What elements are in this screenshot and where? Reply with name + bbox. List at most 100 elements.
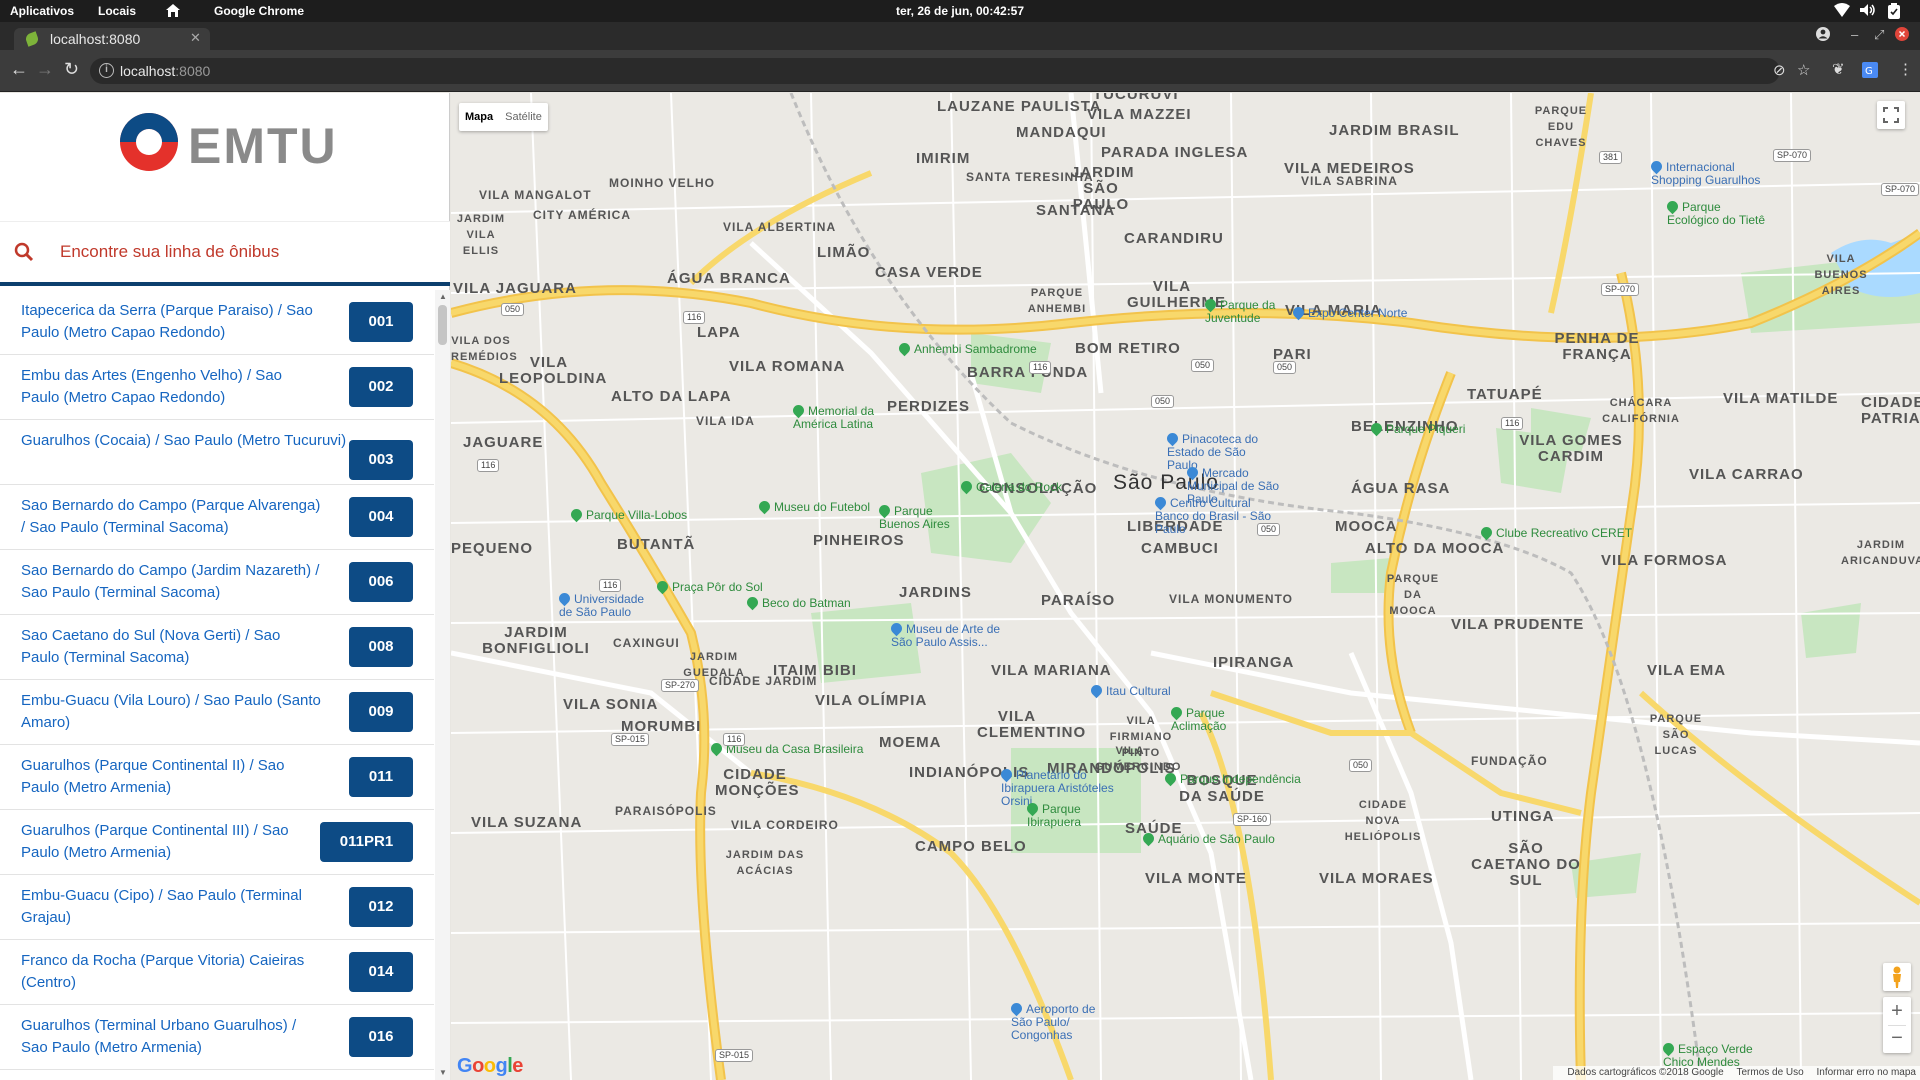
address-bar[interactable]: i localhost:8080 ⊘ ☆ [90, 58, 1810, 84]
poi-marker[interactable]: Anhembi Sambadrome [896, 340, 1037, 357]
fullscreen-button[interactable] [1877, 101, 1905, 129]
poi-marker[interactable]: Parque Villa-Lobos [568, 506, 687, 523]
poi-marker[interactable]: Clube Recreativo CERET [1478, 524, 1632, 541]
close-tab-icon[interactable]: ✕ [190, 30, 201, 46]
poi-marker[interactable]: Memorial da América Latina [790, 402, 903, 431]
power-menu-icon[interactable] [1887, 3, 1901, 22]
site-info-icon[interactable]: i [99, 63, 114, 78]
minimize-icon[interactable]: – [1851, 27, 1858, 42]
close-window-icon[interactable] [1895, 27, 1909, 44]
scroll-up-arrow-icon[interactable]: ▲ [439, 292, 447, 301]
route-code-button[interactable]: 006 [349, 562, 413, 602]
route-name[interactable]: Guarulhos (Parque Continental II) / Sao … [21, 755, 321, 799]
route-name[interactable]: Embu-Guacu (Cipo) / Sao Paulo (Terminal … [21, 885, 321, 929]
route-name[interactable]: Guarulhos (Cocaia) / Sao Paulo (Metro Tu… [21, 430, 361, 452]
district-label: ÁGUA RASA [1351, 480, 1451, 497]
route-name[interactable]: Guarulhos (Terminal Urbano Guarulhos) / … [21, 1015, 321, 1059]
route-item[interactable]: Guarulhos (Parque Continental III) / Sao… [0, 810, 434, 875]
search-icon[interactable] [14, 242, 34, 262]
route-code-button[interactable]: 016 [349, 1017, 413, 1057]
poi-marker[interactable]: Parque Buenos Aires [876, 502, 959, 531]
chrome-menu-icon[interactable]: ⋮ [1898, 62, 1913, 78]
district-label: VILA ROMANA [729, 358, 846, 375]
route-name[interactable]: Sao Bernardo do Campo (Jardim Nazareth) … [21, 560, 321, 604]
poi-marker[interactable]: Itau Cultural [1088, 682, 1171, 699]
translate-icon[interactable]: G [1862, 62, 1878, 82]
route-name[interactable]: Franco da Rocha (Parque Vitoria) Caieira… [21, 950, 321, 994]
poi-marker[interactable]: Universidade de São Paulo [556, 590, 649, 619]
route-list-scrollbar[interactable]: ▲ ▼ [435, 290, 450, 1080]
svg-text:G: G [1865, 66, 1873, 77]
route-code-button[interactable]: 002 [349, 367, 413, 407]
volume-icon[interactable] [1860, 3, 1876, 20]
google-logo[interactable]: Google [457, 1055, 523, 1078]
map-type-satellite-button[interactable]: Satélite [499, 103, 548, 131]
route-search[interactable]: Encontre sua linha de ônibus [0, 221, 450, 286]
location-blocked-icon[interactable]: ⊘ [1773, 63, 1786, 79]
route-item[interactable]: Sao Caetano do Sul (Nova Gerti) / Sao Pa… [0, 615, 434, 680]
reload-icon[interactable]: ↻ [64, 60, 79, 78]
poi-marker[interactable]: Parque Piqueri [1368, 420, 1465, 437]
route-item[interactable]: Sao Bernardo do Campo (Parque Alvarenga)… [0, 485, 434, 550]
route-item[interactable]: Guarulhos (Parque Continental II) / Sao … [0, 745, 434, 810]
search-input[interactable]: Encontre sua linha de ônibus [60, 242, 279, 262]
zoom-in-button[interactable]: + [1883, 997, 1911, 1025]
route-item[interactable]: Franco da Rocha (Parque Vitoria) Caieira… [0, 940, 434, 1005]
street-view-pegman[interactable] [1883, 963, 1911, 991]
route-item[interactable]: Sao Bernardo do Campo (Jardim Nazareth) … [0, 550, 434, 615]
poi-marker[interactable]: Parque da Juventude [1202, 296, 1285, 325]
clock[interactable]: ter, 26 de jun, 00:42:57 [0, 4, 1920, 18]
route-item[interactable]: Embu-Guacu (Cipo) / Sao Paulo (Terminal … [0, 875, 434, 940]
poi-marker[interactable]: Parque Ecológico do Tietê [1664, 198, 1767, 227]
poi-marker[interactable]: Galeria do Rock [958, 478, 1062, 495]
poi-marker[interactable]: Praça Pôr do Sol [654, 578, 763, 595]
route-item[interactable]: Guarulhos (Terminal Urbano Guarulhos) / … [0, 1005, 434, 1070]
back-arrow-icon[interactable]: ← [10, 60, 28, 78]
route-code-button[interactable]: 014 [349, 952, 413, 992]
route-name[interactable]: Embu-Guacu (Vila Louro) / Sao Paulo (San… [21, 690, 321, 734]
poi-marker[interactable]: Beco do Batman [744, 594, 851, 611]
route-name[interactable]: Sao Caetano do Sul (Nova Gerti) / Sao Pa… [21, 625, 321, 669]
route-code-button[interactable]: 008 [349, 627, 413, 667]
profile-icon[interactable] [1816, 27, 1830, 44]
scroll-down-arrow-icon[interactable]: ▼ [439, 1068, 447, 1077]
poi-marker[interactable]: Parque Aclimação [1168, 704, 1241, 733]
map-type-map-button[interactable]: Mapa [459, 103, 499, 131]
poi-marker[interactable]: Museu do Futebol [756, 498, 870, 515]
poi-marker[interactable]: Aeroporto de São Paulo/ Congonhas [1008, 1000, 1101, 1042]
district-label: ALTO DA MOOCA [1365, 540, 1505, 557]
poi-marker[interactable]: Expo Center Norte [1290, 304, 1407, 321]
poi-marker[interactable]: Museu de Arte de São Paulo Assis... [888, 620, 1001, 649]
poi-marker[interactable]: Internacional Shopping Guarulhos [1648, 158, 1761, 187]
extension-leaf-icon[interactable]: ❦ [1832, 62, 1845, 78]
poi-pin-icon [1184, 464, 1201, 481]
route-code-button[interactable]: 004 [349, 497, 413, 537]
wifi-icon[interactable] [1834, 3, 1850, 20]
route-name[interactable]: Embu das Artes (Engenho Velho) / Sao Pau… [21, 365, 321, 409]
route-item[interactable]: Itapecerica da Serra (Parque Paraiso) / … [0, 290, 434, 355]
bookmark-star-icon[interactable]: ☆ [1797, 63, 1810, 79]
route-code-button[interactable]: 003 [349, 440, 413, 480]
zoom-out-button[interactable]: − [1883, 1026, 1911, 1053]
google-map[interactable]: LAUZANE PAULISTA TUCURUVI VILA MAZZEI MA… [451, 93, 1920, 1080]
route-code-button[interactable]: 009 [349, 692, 413, 732]
route-code-button[interactable]: 001 [349, 302, 413, 342]
scrollbar-thumb[interactable] [438, 305, 447, 345]
report-map-error-link[interactable]: Informar erro no mapa [1817, 1067, 1917, 1078]
route-code-button[interactable]: 011 [349, 757, 413, 797]
poi-marker[interactable]: Parque Independência [1162, 770, 1301, 787]
route-item[interactable]: Embu das Artes (Engenho Velho) / Sao Pau… [0, 355, 434, 420]
poi-marker[interactable]: Aquário de São Paulo [1140, 830, 1275, 847]
route-name[interactable]: Sao Bernardo do Campo (Parque Alvarenga)… [21, 495, 321, 539]
browser-tab[interactable]: localhost:8080 ✕ [14, 28, 210, 50]
route-code-button[interactable]: 012 [349, 887, 413, 927]
poi-marker[interactable]: Parque Ibirapuera [1024, 800, 1097, 829]
maximize-icon[interactable]: ⤢ [1874, 27, 1884, 43]
terms-link[interactable]: Termos de Uso [1736, 1067, 1803, 1078]
route-item[interactable]: Guarulhos (Cocaia) / Sao Paulo (Metro Tu… [0, 420, 434, 485]
forward-arrow-icon[interactable]: → [36, 60, 54, 78]
route-name[interactable]: Itapecerica da Serra (Parque Paraiso) / … [21, 300, 321, 344]
route-item[interactable]: Embu-Guacu (Vila Louro) / Sao Paulo (San… [0, 680, 434, 745]
route-name[interactable]: Guarulhos (Parque Continental III) / Sao… [21, 820, 301, 864]
route-code-button[interactable]: 011PR1 [320, 822, 413, 862]
